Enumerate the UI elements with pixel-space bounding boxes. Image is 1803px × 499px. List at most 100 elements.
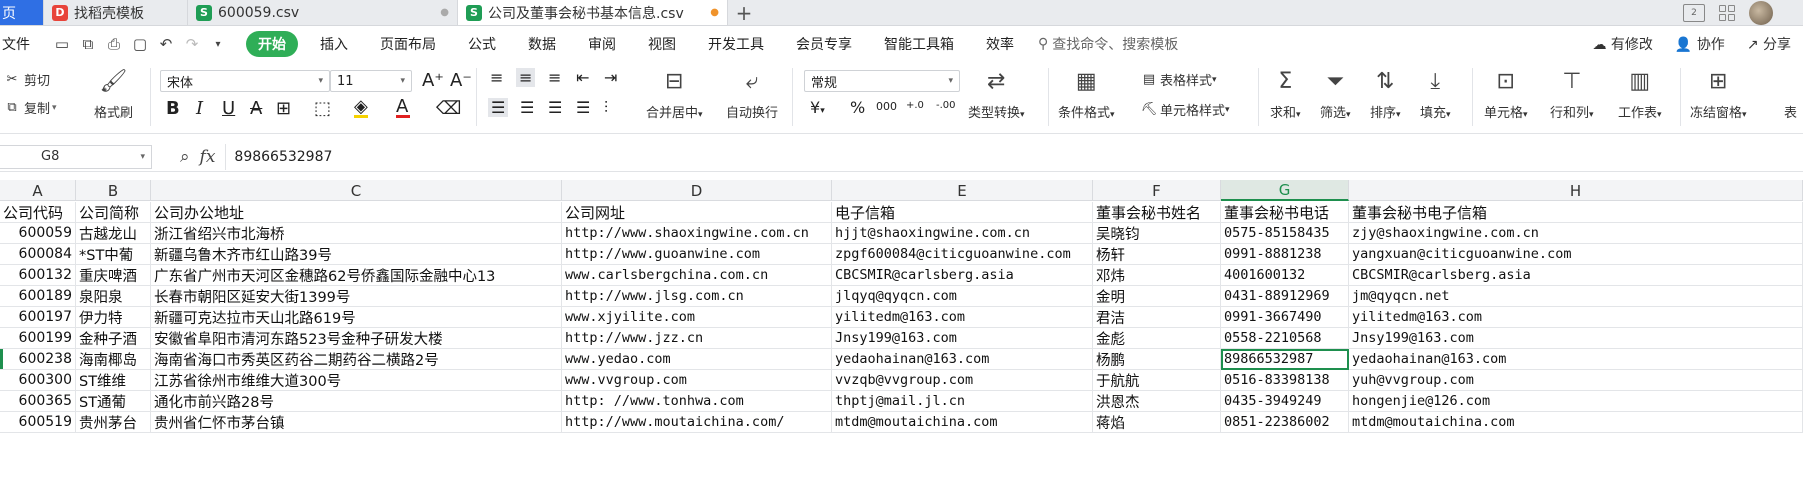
cell-e[interactable]: CBCSMIR@carlsberg.asia [832, 265, 1093, 286]
collaborate-button[interactable]: 👤 协作 [1675, 34, 1725, 54]
menu-file[interactable]: 文件 [0, 34, 40, 54]
cell-d[interactable]: www.vvgroup.com [562, 370, 832, 391]
cell-d[interactable]: www.xjyilite.com [562, 307, 832, 328]
cell-b[interactable]: 伊力特 [76, 307, 151, 328]
print-icon[interactable]: ⎙ [106, 35, 122, 53]
fill-button[interactable]: ⤓ 填充▾ [1420, 68, 1451, 121]
type-convert-button[interactable]: ⇄ 类型转换▾ [968, 68, 1025, 121]
new-tab-button[interactable]: + [728, 0, 760, 25]
cell-d[interactable]: http://www.moutaichina.com/ [562, 412, 832, 433]
cell-g[interactable]: 0558-2210568 [1221, 328, 1349, 349]
avatar[interactable] [1749, 0, 1773, 25]
cell-c[interactable]: 安徽省阜阳市清河东路523号金种子研发大楼 [151, 328, 562, 349]
redo-icon[interactable]: ↷ [184, 35, 200, 53]
decrease-decimal-button[interactable]: -.00 [936, 100, 956, 111]
format-painter-button[interactable]: 🖌 格式刷 [94, 68, 133, 121]
freeze-panes-button[interactable]: ⊞ 冻结窗格▾ [1690, 68, 1747, 121]
cell-c[interactable]: 贵州省仁怀市茅台镇 [151, 412, 562, 433]
save-icon[interactable]: ▭ [54, 35, 70, 53]
align-middle-icon[interactable]: ≡ [516, 68, 536, 87]
header-cell-a[interactable]: 公司代码 [0, 202, 76, 223]
cell-c[interactable]: 浙江省绍兴市北海桥 [151, 223, 562, 244]
cell-g[interactable]: 0991-3667490 [1221, 307, 1349, 328]
cell-a[interactable]: 600519 [0, 412, 76, 433]
cell-b[interactable]: 金种子酒 [76, 328, 151, 349]
distributed-icon[interactable]: ⫶ [604, 98, 608, 118]
increase-indent-icon[interactable]: ⇥ [604, 68, 617, 87]
cell-g[interactable]: 0435-3949249 [1221, 391, 1349, 412]
cell-b[interactable]: 古越龙山 [76, 223, 151, 244]
increase-font-icon[interactable]: A⁺ [422, 70, 444, 91]
cell-c[interactable]: 通化市前兴路28号 [151, 391, 562, 412]
menu-formulas[interactable]: 公式 [452, 34, 512, 54]
cell-c[interactable]: 广东省广州市天河区金穗路62号侨鑫国际金融中心13 [151, 265, 562, 286]
column-header-a[interactable]: A [0, 180, 76, 201]
cell-d[interactable]: http://www.guoanwine.com [562, 244, 832, 265]
layout-icon[interactable]: 2 [1683, 3, 1705, 22]
header-cell-c[interactable]: 公司办公地址 [151, 202, 562, 223]
header-cell-h[interactable]: 董事会秘书电子信箱 [1349, 202, 1803, 223]
cell-a[interactable]: 600189 [0, 286, 76, 307]
cell-c[interactable]: 新疆乌鲁木齐市红山路39号 [151, 244, 562, 265]
fx-icon[interactable]: fx [200, 147, 216, 167]
cell-f[interactable]: 洪恩杰 [1093, 391, 1221, 412]
header-cell-f[interactable]: 董事会秘书姓名 [1093, 202, 1221, 223]
cell-f[interactable]: 君洁 [1093, 307, 1221, 328]
cell-f[interactable]: 杨鹏 [1093, 349, 1221, 370]
cell-f[interactable]: 金彪 [1093, 328, 1221, 349]
cell-e[interactable]: hjjt@shaoxingwine.com.cn [832, 223, 1093, 244]
copy-button[interactable]: ⧉ 复制 ▾ [0, 98, 56, 117]
table-tools-button[interactable]: · 表 [1784, 68, 1797, 121]
cell-h[interactable]: jm@qyqcn.net [1349, 286, 1803, 307]
font-size-select[interactable]: 11 ▾ [330, 70, 412, 92]
number-format-select[interactable]: 常规 ▾ [804, 70, 960, 92]
cell-e[interactable]: zpgf600084@citicguoanwine.com [832, 244, 1093, 265]
column-header-f[interactable]: F [1093, 180, 1221, 201]
cell-g[interactable]: 0431-88912969 [1221, 286, 1349, 307]
cell-a[interactable]: 600059 [0, 223, 76, 244]
header-cell-e[interactable]: 电子信箱 [832, 202, 1093, 223]
sort-button[interactable]: ⇅ 排序▾ [1370, 68, 1401, 121]
column-header-d[interactable]: D [562, 180, 832, 201]
cell-e[interactable]: yedaohainan@163.com [832, 349, 1093, 370]
menu-review[interactable]: 审阅 [572, 34, 632, 54]
align-center-icon[interactable]: ☰ [520, 98, 534, 117]
conditional-format-button[interactable]: ▦ 条件格式▾ [1058, 68, 1115, 121]
highlight-icon[interactable]: ◈ [354, 96, 368, 118]
cell-style-button[interactable]: ⛏ 单元格样式 ▾ [1138, 100, 1230, 119]
cell-button[interactable]: ⊡ 单元格▾ [1484, 68, 1528, 121]
cell-h[interactable]: zjy@shaoxingwine.com.cn [1349, 223, 1803, 244]
modified-status-button[interactable]: ☁ 有修改 [1592, 34, 1652, 54]
font-name-select[interactable]: 宋体 ▾ [160, 70, 330, 92]
cell-c[interactable]: 海南省海口市秀英区药谷二期药谷二横路2号 [151, 349, 562, 370]
borders-icon[interactable]: ⊞ [276, 98, 291, 119]
export-icon[interactable]: ⧉ [80, 35, 96, 53]
align-bottom-icon[interactable]: ≡ [548, 68, 561, 87]
cell-f[interactable]: 于航航 [1093, 370, 1221, 391]
menu-insert[interactable]: 插入 [304, 34, 364, 54]
align-left-icon[interactable]: ☰ [488, 98, 509, 117]
cell-h[interactable]: hongenjie@126.com [1349, 391, 1803, 412]
cell-b[interactable]: ST维维 [76, 370, 151, 391]
cell-g[interactable]: 0851-22386002 [1221, 412, 1349, 433]
cell-b[interactable]: *ST中葡 [76, 244, 151, 265]
cell-d[interactable]: http: //www.tonhwa.com [562, 391, 832, 412]
cell-a[interactable]: 600300 [0, 370, 76, 391]
cell-a[interactable]: 600197 [0, 307, 76, 328]
menu-page-layout[interactable]: 页面布局 [364, 34, 452, 54]
cell-h[interactable]: yilitedm@163.com [1349, 307, 1803, 328]
cell-g[interactable]: 0516-83398138 [1221, 370, 1349, 391]
cell-e[interactable]: thptj@mail.jl.cn [832, 391, 1093, 412]
menu-developer[interactable]: 开发工具 [692, 34, 780, 54]
menu-efficiency[interactable]: 效率 [970, 34, 1030, 54]
cell-c[interactable]: 长春市朝阳区延安大街1399号 [151, 286, 562, 307]
align-top-icon[interactable]: ≡ [490, 68, 503, 87]
cell-h[interactable]: mtdm@moutaichina.com [1349, 412, 1803, 433]
cell-a[interactable]: 600199 [0, 328, 76, 349]
menu-member[interactable]: 会员专享 [780, 34, 868, 54]
cell-e[interactable]: yilitedm@163.com [832, 307, 1093, 328]
menu-data[interactable]: 数据 [512, 34, 572, 54]
cell-f[interactable]: 杨轩 [1093, 244, 1221, 265]
worksheet-button[interactable]: ▥ 工作表▾ [1618, 68, 1662, 121]
cell-e[interactable]: mtdm@moutaichina.com [832, 412, 1093, 433]
